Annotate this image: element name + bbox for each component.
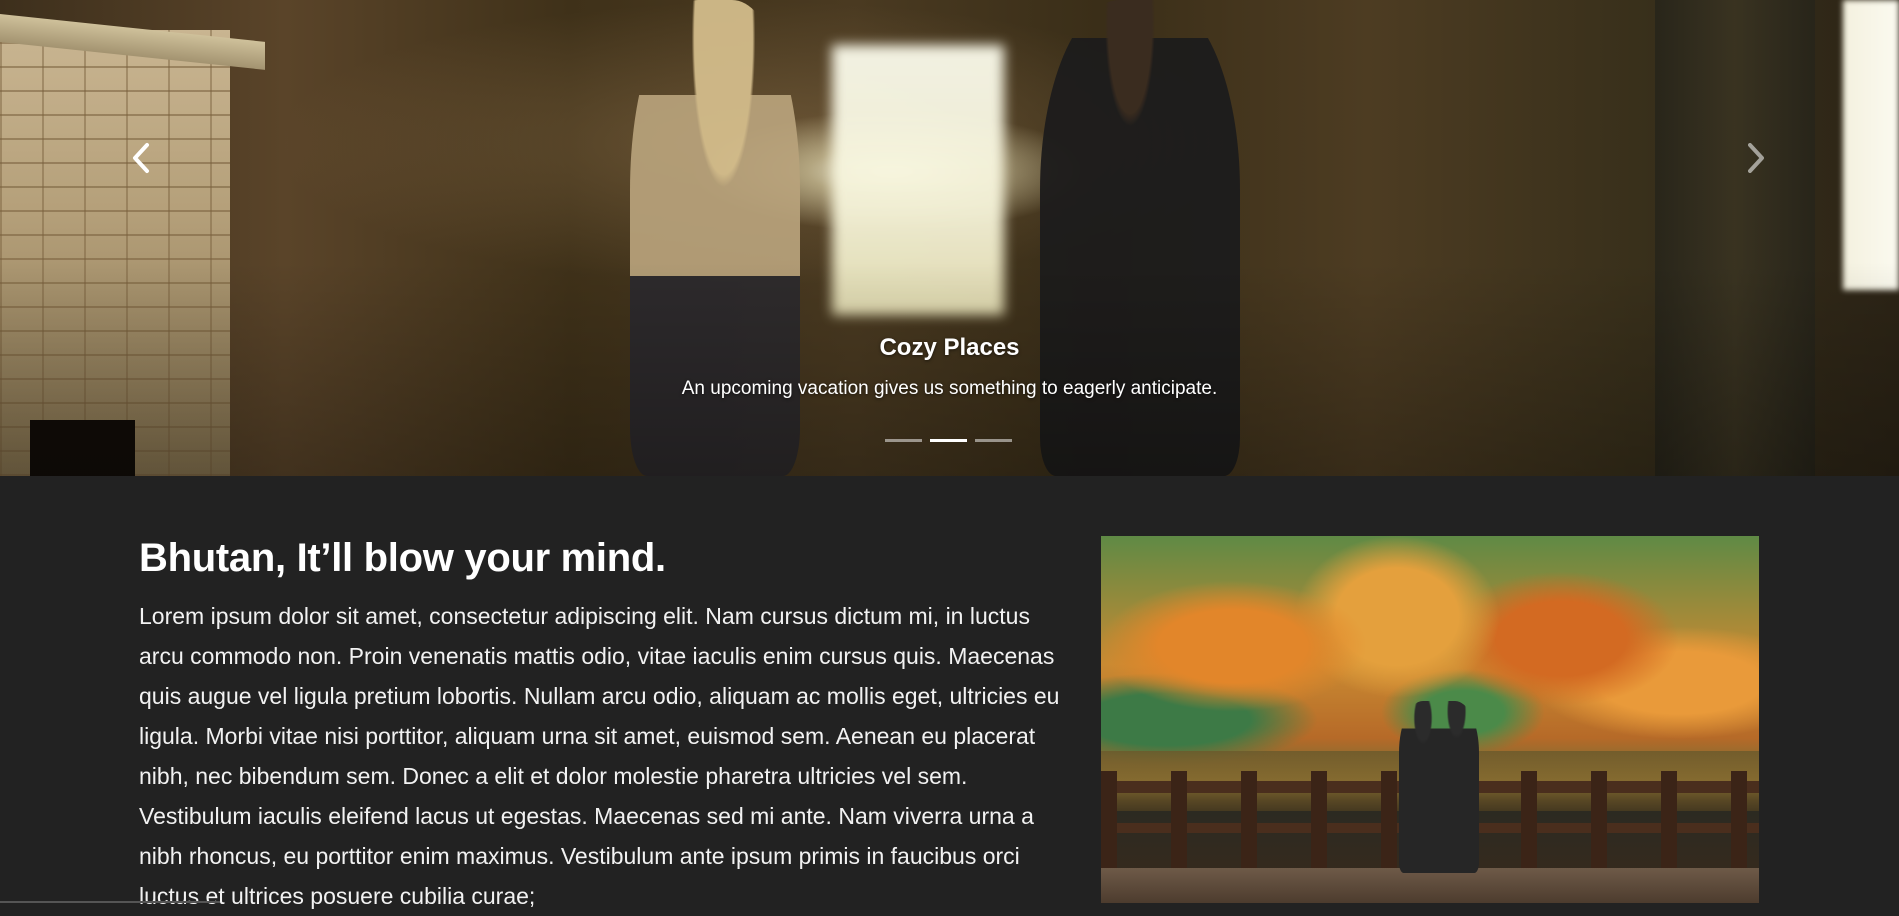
hero-carousel: Cozy Places An upcoming vacation gives u…: [0, 0, 1899, 476]
section-paragraph: Lorem ipsum dolor sit amet, consectetur …: [139, 603, 1060, 909]
carousel-caption-text: An upcoming vacation gives us something …: [681, 378, 1218, 399]
chevron-left-icon: [133, 143, 149, 173]
carousel-indicator[interactable]: [885, 439, 922, 442]
carousel-prev-button[interactable]: [124, 138, 158, 178]
carousel-indicators: [885, 439, 1012, 442]
carousel-caption-title: Cozy Places: [879, 334, 1020, 361]
carousel-indicator[interactable]: [930, 439, 967, 442]
carousel-next-button[interactable]: [1739, 138, 1773, 178]
deck-floor: [1101, 868, 1759, 903]
couple-silhouette: [1399, 701, 1479, 873]
intro-section: Bhutan, It’ll blow your mind. Lorem ipsu…: [0, 476, 1899, 909]
chevron-right-icon: [1748, 143, 1764, 173]
feature-image: [1101, 536, 1759, 903]
carousel-indicator[interactable]: [975, 439, 1012, 442]
section-heading: Bhutan, It’ll blow your mind.: [139, 536, 666, 580]
hero-overlay: [0, 0, 1899, 476]
